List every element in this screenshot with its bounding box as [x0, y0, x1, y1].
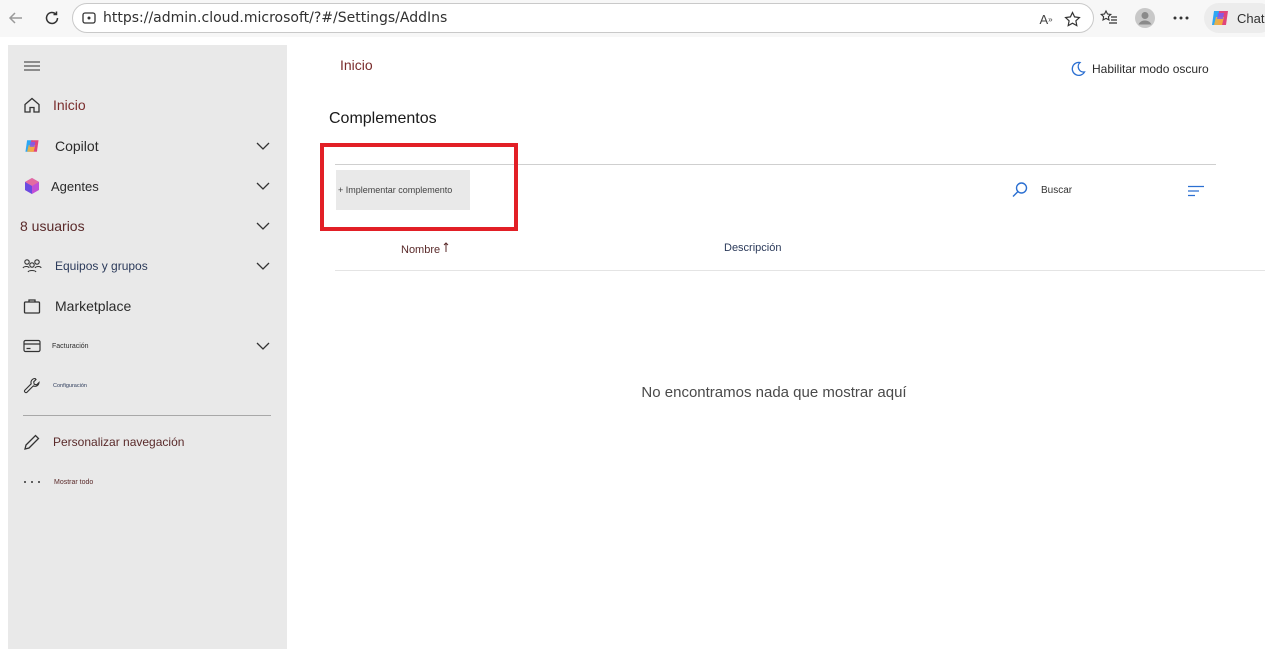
- search-icon: [1012, 182, 1028, 197]
- refresh-icon: [45, 11, 59, 25]
- search-box[interactable]: Buscar: [1011, 181, 1072, 199]
- main-content: Inicio Habilitar modo oscuro Complemento…: [287, 37, 1265, 649]
- chevron-down-icon[interactable]: [255, 218, 271, 234]
- sidebar-item-label: Inicio: [53, 97, 86, 113]
- sort-ascending-icon: [443, 242, 449, 256]
- sidebar-item-marketplace[interactable]: Marketplace: [8, 291, 287, 321]
- table-header-divider: [335, 270, 1265, 271]
- sidebar-item-configuracion[interactable]: Configuración: [8, 371, 287, 401]
- chevron-down-icon[interactable]: [255, 258, 271, 274]
- sidebar-item-equipos[interactable]: Equipos y grupos: [8, 251, 287, 281]
- sidebar-item-personalizar[interactable]: Personalizar navegación: [8, 427, 287, 457]
- wrench-icon: [22, 376, 42, 396]
- chevron-down-icon[interactable]: [255, 178, 271, 194]
- sidebar-divider: [23, 415, 271, 416]
- sidebar-item-label: Mostrar todo: [54, 478, 94, 486]
- sidebar-item-inicio[interactable]: Inicio: [8, 90, 287, 120]
- sidebar-item-copilot[interactable]: Copilot: [8, 131, 287, 161]
- agents-icon: [22, 176, 42, 196]
- sidebar-item-label: Agentes: [51, 178, 99, 194]
- pencil-icon: [22, 432, 42, 452]
- credit-card-icon: [22, 336, 42, 356]
- highlight-box: [320, 143, 518, 231]
- sidebar-item-label: Marketplace: [55, 298, 132, 314]
- dark-mode-label: Habilitar modo oscuro: [1092, 62, 1209, 76]
- lock-icon: [81, 10, 97, 31]
- sidebar-item-label: Configuración: [53, 383, 87, 389]
- page-title: Complementos: [329, 110, 437, 127]
- column-header-description[interactable]: Descripción: [724, 242, 781, 254]
- sidebar-item-label: 8 usuarios: [20, 218, 85, 234]
- people-group-icon: [22, 256, 42, 276]
- copilot-chat-button[interactable]: Chat: [1204, 3, 1265, 33]
- chat-label: Chat: [1237, 10, 1265, 26]
- dark-mode-toggle[interactable]: Habilitar modo oscuro: [1070, 61, 1209, 77]
- profile-avatar-icon[interactable]: [1134, 7, 1156, 29]
- sidebar-item-facturacion[interactable]: Facturación: [8, 331, 287, 361]
- more-options-icon[interactable]: [1170, 7, 1192, 29]
- home-icon: [22, 95, 42, 115]
- arrow-left-icon: [8, 12, 22, 24]
- sidebar-item-label: Copilot: [55, 138, 99, 154]
- back-button[interactable]: [5, 7, 27, 29]
- chevron-down-icon[interactable]: [255, 138, 271, 154]
- empty-state-message: No encontramos nada que mostrar aquí: [641, 384, 907, 401]
- ellipsis-icon: [22, 472, 42, 492]
- hamburger-menu-icon[interactable]: [23, 59, 41, 71]
- url-text: https://admin.cloud.microsoft/?#/Setting…: [103, 10, 448, 26]
- column-header-name-label: Nombre: [401, 244, 441, 256]
- sidebar-item-agentes[interactable]: Agentes: [8, 171, 287, 201]
- browser-toolbar: https://admin.cloud.microsoft/?#/Setting…: [0, 0, 1265, 37]
- sidebar-item-mostrar-todo[interactable]: Mostrar todo: [8, 467, 287, 497]
- favorites-list-icon[interactable]: [1098, 7, 1120, 29]
- chevron-down-icon[interactable]: [255, 338, 271, 354]
- favorite-star-icon[interactable]: [1063, 10, 1081, 28]
- search-placeholder: Buscar: [1041, 184, 1073, 196]
- sidebar-item-label: Equipos y grupos: [55, 259, 148, 273]
- sidebar-item-label: Personalizar navegación: [53, 435, 185, 449]
- sidebar-item-usuarios[interactable]: 8 usuarios: [8, 211, 287, 241]
- refresh-button[interactable]: [41, 7, 63, 29]
- column-header-description-label: Descripción: [724, 242, 782, 254]
- address-bar[interactable]: https://admin.cloud.microsoft/?#/Setting…: [72, 3, 1094, 33]
- copilot-icon: [22, 136, 42, 156]
- filter-lines-icon[interactable]: [1187, 184, 1205, 202]
- copilot-icon: [1212, 11, 1228, 25]
- shopping-bag-icon: [22, 296, 42, 316]
- sidebar-item-label: Facturación: [52, 342, 89, 350]
- read-aloud-icon[interactable]: A»: [1037, 10, 1055, 28]
- column-header-name[interactable]: Nombre: [401, 242, 449, 256]
- sidebar-nav: Inicio Copilot Agentes 8 usuarios Equipo…: [8, 45, 287, 649]
- breadcrumb-home-link[interactable]: Inicio: [340, 57, 373, 73]
- moon-icon: [1071, 61, 1086, 76]
